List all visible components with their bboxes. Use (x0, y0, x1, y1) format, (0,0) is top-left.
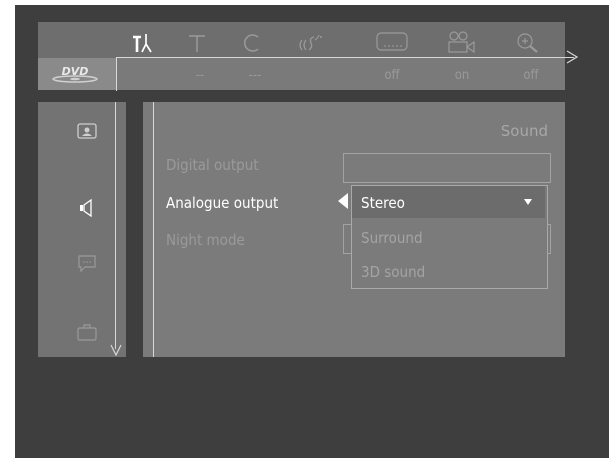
chevron-down-icon[interactable] (524, 199, 532, 205)
features-settings-icon (77, 324, 97, 341)
section-title: Sound (500, 122, 548, 140)
tab-subtitle[interactable] (372, 30, 412, 56)
tab-settings-tools[interactable] (125, 30, 165, 56)
content-divider (153, 102, 154, 357)
digital-output-label[interactable]: Digital output (166, 156, 259, 174)
sound-settings-icon (80, 198, 92, 218)
dropdown-option-stereo[interactable]: Stereo (361, 194, 405, 212)
camera-angle-icon (448, 31, 475, 54)
subtitle-icon (376, 32, 408, 51)
tab-audio-language[interactable] (293, 30, 329, 56)
digital-output-field[interactable] (343, 153, 551, 183)
tab-camera-angle[interactable] (441, 30, 481, 56)
sidebar-item-features[interactable] (72, 320, 102, 344)
selection-pointer-icon (338, 193, 348, 209)
scroll-down-arrow-icon[interactable] (110, 344, 122, 356)
sidebar-item-sound[interactable] (72, 196, 102, 220)
chapter-icon (243, 34, 259, 52)
status-subtitle-value: off (384, 68, 400, 83)
analogue-output-label[interactable]: Analogue output (166, 194, 278, 212)
dropdown-option-3d-sound[interactable]: 3D sound (361, 263, 425, 281)
dropdown-option-surround[interactable]: Surround (361, 229, 423, 247)
sidebar-divider (115, 102, 116, 349)
status-title-value: -- (195, 68, 205, 83)
night-mode-label[interactable]: Night mode (166, 231, 245, 249)
picture-settings-icon (77, 123, 97, 139)
status-zoom-value: off (523, 68, 539, 83)
sidebar-item-picture[interactable] (72, 120, 102, 144)
top-vertical-divider (116, 57, 117, 91)
tab-text[interactable] (182, 30, 212, 56)
language-settings-icon (78, 255, 96, 273)
status-chapter-value: --- (248, 68, 262, 83)
dvd-logo: DVD (52, 65, 98, 83)
settings-tools-icon (133, 34, 152, 53)
text-icon (189, 35, 205, 52)
scroll-right-arrow-icon[interactable] (566, 50, 578, 64)
tab-zoom[interactable] (510, 30, 546, 56)
tab-chapter[interactable] (237, 30, 267, 56)
audio-language-icon (299, 34, 322, 51)
svg-text:DVD: DVD (62, 65, 89, 78)
zoom-icon (517, 33, 538, 53)
sidebar-item-language[interactable] (72, 252, 102, 276)
top-divider (116, 57, 574, 58)
status-angle-value: on (454, 68, 470, 83)
